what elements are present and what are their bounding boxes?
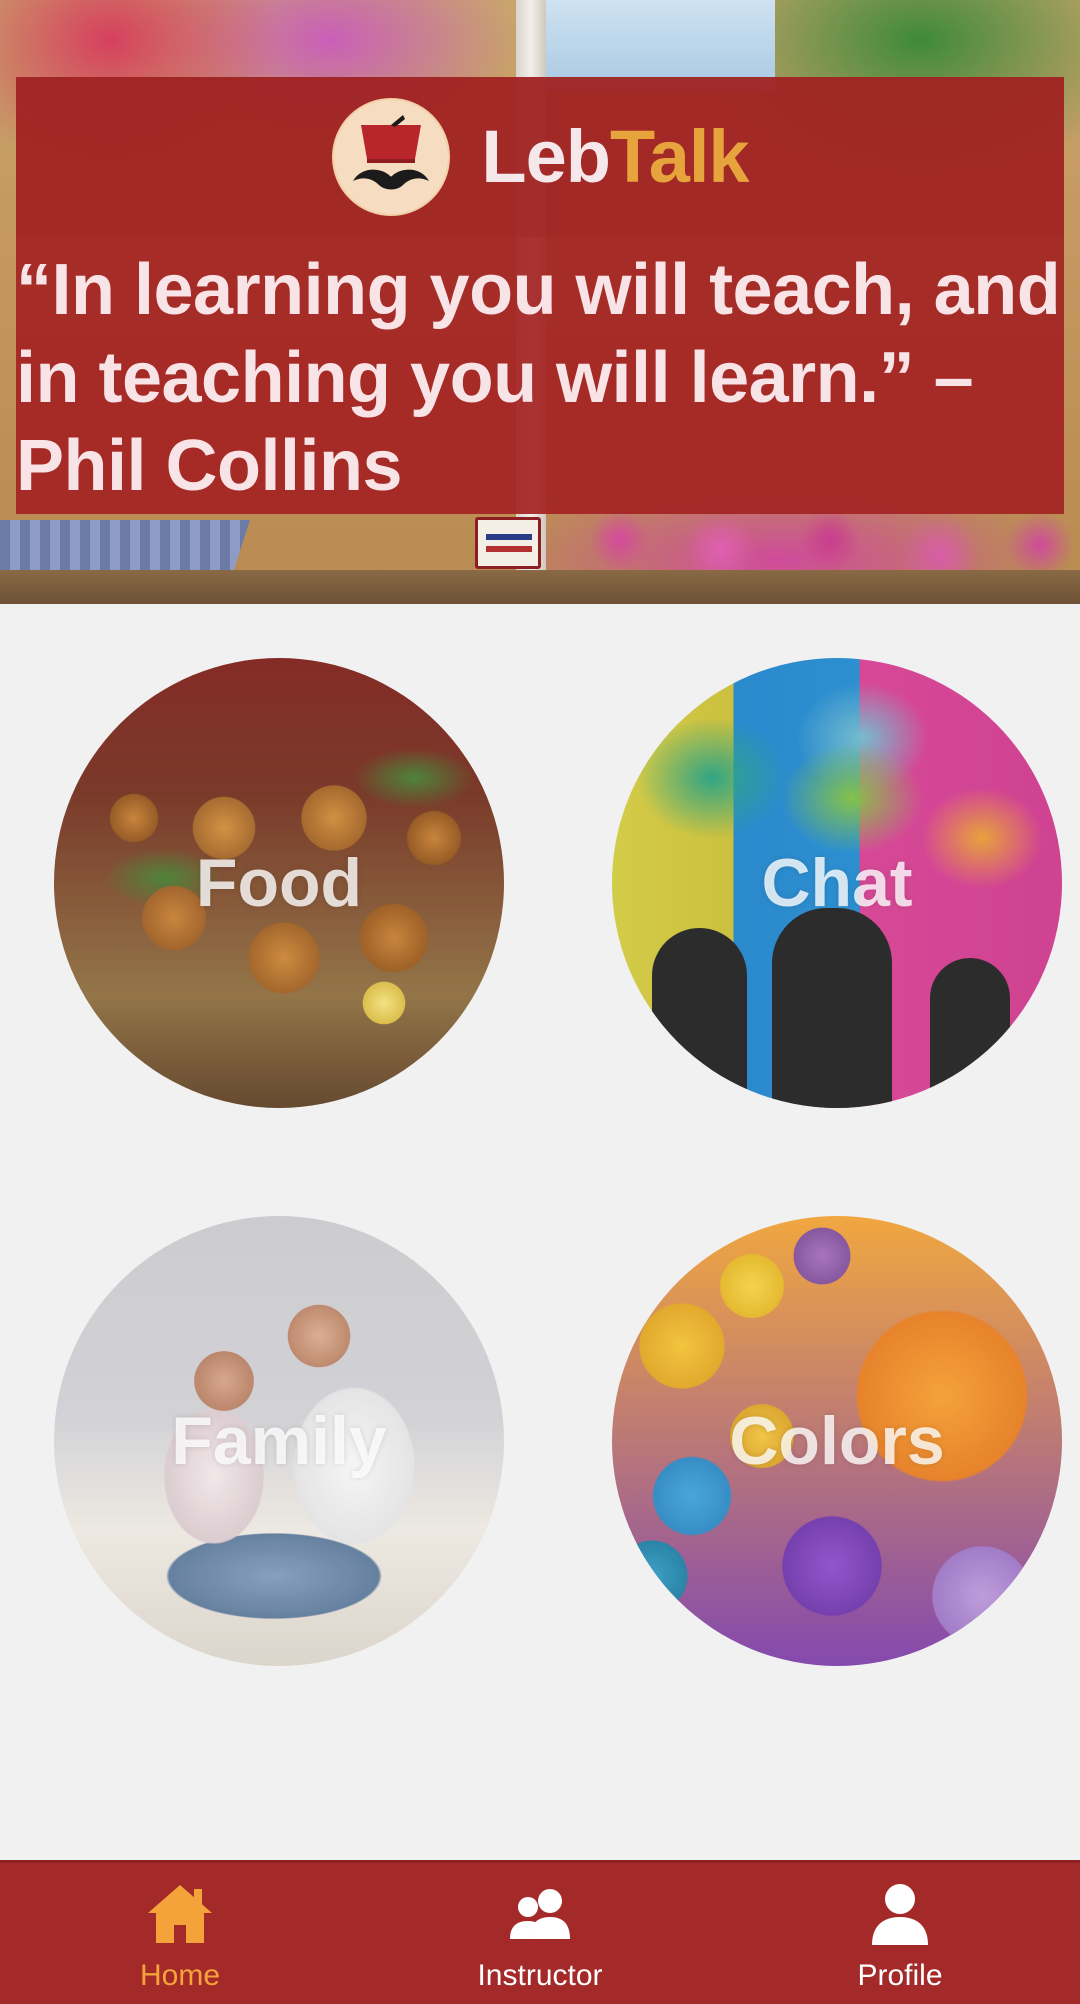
category-label: Colors [729, 1403, 945, 1479]
category-food-button[interactable]: Food [54, 658, 504, 1108]
people-icon [510, 1889, 570, 1939]
home-icon [148, 1885, 212, 1943]
brand-leb: Leb [481, 115, 611, 198]
category-chat-button[interactable]: Chat [612, 658, 1062, 1108]
brand-wordmark: LebTalk [481, 120, 749, 194]
app-header: LebTalk [16, 77, 1064, 237]
category-label: Family [171, 1403, 387, 1479]
quote-panel: LebTalk “In learning you will teach, and… [16, 77, 1064, 514]
person-icon [872, 1884, 928, 1945]
nav-home[interactable]: Home [0, 1863, 360, 2004]
nav-home-label: Home [139, 1959, 221, 1992]
nav-profile[interactable]: Profile [720, 1863, 1080, 2004]
quote-text: “In learning you will teach, and in teac… [16, 250, 1061, 506]
hero-banner: LebTalk “In learning you will teach, and… [0, 0, 1080, 604]
nav-instructor[interactable]: Instructor [360, 1863, 720, 2004]
brand-talk: Talk [609, 115, 750, 198]
category-label: Food [195, 845, 363, 921]
category-label: Chat [761, 845, 913, 921]
mustache-fez-icon [332, 98, 451, 216]
hero-shop-sign [475, 517, 541, 569]
hero-street [0, 570, 1080, 604]
home-screen: LebTalk “In learning you will teach, and… [0, 0, 1080, 2004]
category-colors-button[interactable]: Colors [612, 1216, 1062, 1666]
category-family-button[interactable]: Family [54, 1216, 504, 1666]
nav-profile-label: Profile [857, 1959, 943, 1992]
nav-instructor-label: Instructor [477, 1959, 603, 1992]
bottom-navigation: Home Instructor Profile [0, 1860, 1080, 2004]
